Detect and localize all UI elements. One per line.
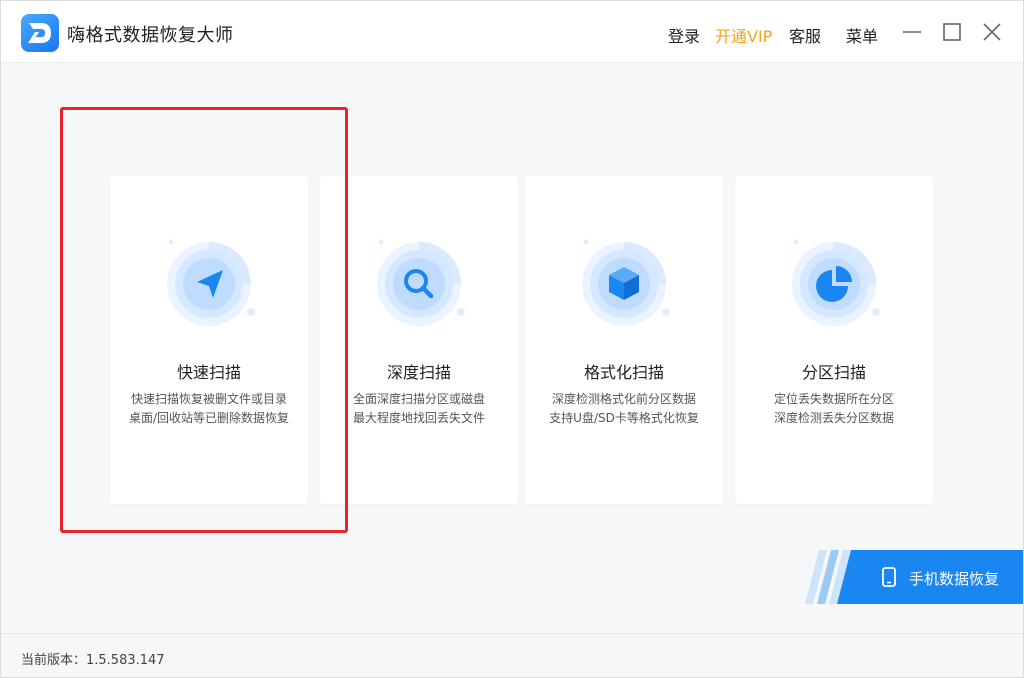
- card-description: 全面深度扫描分区或磁盘 最大程度地找回丢失文件: [320, 390, 518, 428]
- card-desc-line: 支持U盘/SD卡等格式化恢复: [549, 411, 699, 425]
- app-window: 嗨格式数据恢复大师 登录 开通VIP 客服 菜单 快速扫描 快速扫描恢复被删文件…: [0, 0, 1024, 678]
- phone-recovery-label: 手机数据恢复: [909, 570, 1000, 588]
- app-logo-icon: [21, 14, 59, 52]
- pie-chart-icon: [784, 234, 884, 334]
- vip-link[interactable]: 开通VIP: [715, 23, 772, 47]
- phone-icon: [881, 567, 897, 591]
- format-scan-card[interactable]: 格式化扫描 深度检测格式化前分区数据 支持U盘/SD卡等格式化恢复: [525, 176, 723, 504]
- card-description: 深度检测格式化前分区数据 支持U盘/SD卡等格式化恢复: [525, 390, 723, 428]
- phone-recovery-button[interactable]: 手机数据恢复: [805, 550, 1023, 604]
- cube-icon: [574, 234, 674, 334]
- card-description: 定位丢失数据所在分区 深度检测丢失分区数据: [735, 390, 933, 428]
- card-desc-line: 最大程度地找回丢失文件: [352, 411, 485, 425]
- title-bar: 嗨格式数据恢复大师 登录 开通VIP 客服 菜单: [1, 1, 1023, 63]
- card-desc-line: 全面深度扫描分区或磁盘: [352, 392, 485, 406]
- version-text: 当前版本：1.5.583.147: [21, 653, 165, 668]
- maximize-icon[interactable]: [941, 21, 963, 43]
- card-desc-line: 定位丢失数据所在分区: [773, 392, 894, 406]
- partition-scan-card[interactable]: 分区扫描 定位丢失数据所在分区 深度检测丢失分区数据: [735, 176, 933, 504]
- menu-link[interactable]: 菜单: [846, 23, 878, 47]
- app-title: 嗨格式数据恢复大师: [67, 25, 234, 46]
- login-link[interactable]: 登录: [668, 23, 700, 47]
- deep-scan-card[interactable]: 深度扫描 全面深度扫描分区或磁盘 最大程度地找回丢失文件: [320, 176, 518, 504]
- card-title: 深度扫描: [386, 363, 451, 382]
- card-description: 快速扫描恢复被删文件或目录 桌面/回收站等已删除数据恢复: [110, 390, 308, 428]
- card-title: 格式化扫描: [583, 363, 664, 382]
- card-desc-line: 深度检测丢失分区数据: [773, 411, 894, 425]
- card-desc-line: 快速扫描恢复被删文件或目录: [130, 392, 287, 406]
- quick-scan-card[interactable]: 快速扫描 快速扫描恢复被删文件或目录 桌面/回收站等已删除数据恢复: [110, 176, 308, 504]
- navigation-arrow-icon: [159, 234, 259, 334]
- card-title: 分区扫描: [801, 363, 866, 382]
- footer: 当前版本：1.5.583.147: [1, 633, 1023, 677]
- card-desc-line: 深度检测格式化前分区数据: [551, 392, 696, 406]
- card-desc-line: 桌面/回收站等已删除数据恢复: [128, 411, 290, 425]
- service-link[interactable]: 客服: [789, 23, 821, 47]
- minimize-icon[interactable]: [901, 21, 923, 43]
- close-icon[interactable]: [981, 21, 1003, 43]
- card-title: 快速扫描: [176, 363, 241, 382]
- magnifier-icon: [369, 234, 469, 334]
